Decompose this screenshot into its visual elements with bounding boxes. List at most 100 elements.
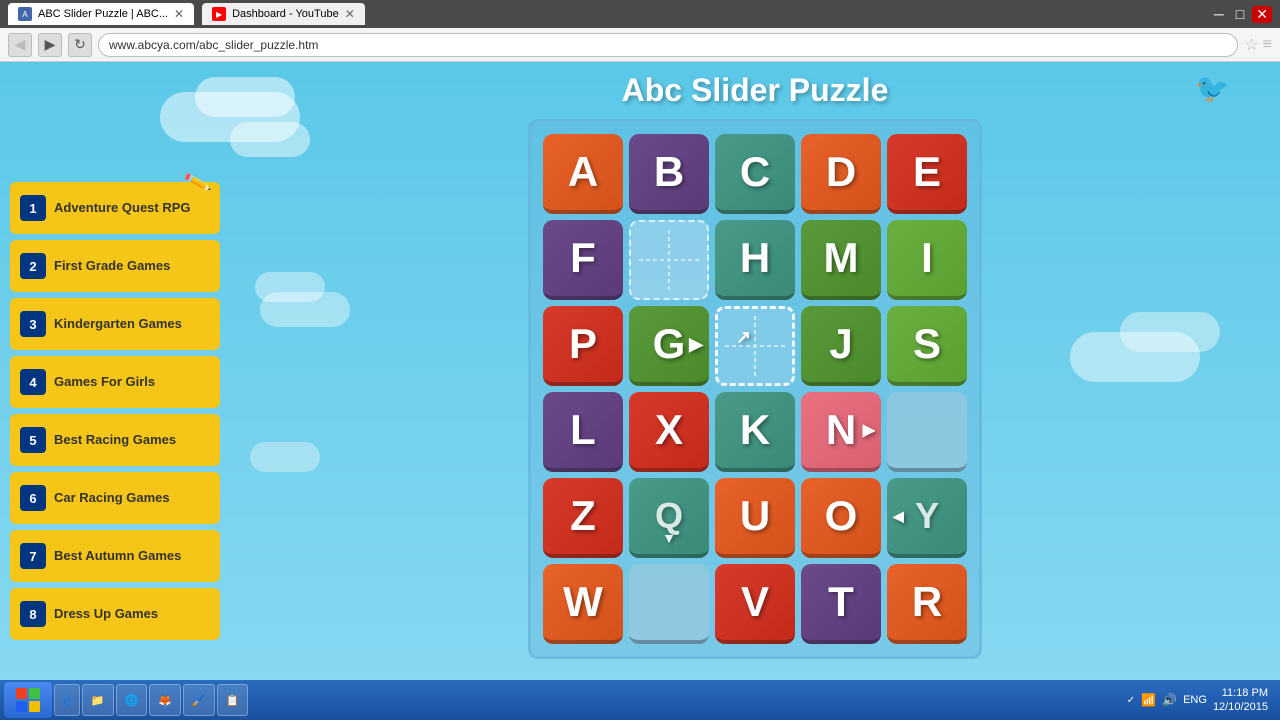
tile-W[interactable]: W	[543, 564, 623, 644]
taskbar: e 📁 🌐 🦊 🖌️ 📋 ✓ 📶 🔊 ENG 11:18 PM 12/10/20…	[0, 680, 1280, 720]
tile-I[interactable]: I	[887, 220, 967, 300]
tile-O[interactable]: O	[801, 478, 881, 558]
tile-S[interactable]: S	[887, 306, 967, 386]
taskbar-extra-btn[interactable]: 📋	[217, 684, 249, 716]
title-bar: A ABC Slider Puzzle | ABC... ✕ ▶ Dashboa…	[0, 0, 1280, 28]
chrome-icon: 🌐	[125, 694, 139, 707]
sidebar-num-1: 1	[20, 195, 46, 221]
sidebar-item-4[interactable]: 4 Games For Girls	[10, 356, 220, 408]
sidebar-label-5: Best Racing Games	[54, 432, 176, 448]
sidebar-item-6[interactable]: 6 Car Racing Games	[10, 472, 220, 524]
puzzle-board[interactable]: A B C D E F H M I P G ▶	[528, 119, 982, 659]
sidebar-item-7[interactable]: 7 Best Autumn Games	[10, 530, 220, 582]
windows-logo	[16, 688, 40, 712]
sidebar-num-2: 2	[20, 253, 46, 279]
tile-D[interactable]: D	[801, 134, 881, 214]
bookmark-star[interactable]: ☆	[1244, 35, 1258, 55]
tile-V[interactable]: V	[715, 564, 795, 644]
tile-E[interactable]: E	[887, 134, 967, 214]
refresh-button[interactable]: ↻	[68, 33, 92, 57]
taskbar-paint-btn[interactable]: 🖌️	[183, 684, 215, 716]
sidebar-label-6: Car Racing Games	[54, 490, 170, 506]
tile-N[interactable]: N ▶	[801, 392, 881, 472]
tile-G[interactable]: G ▶	[629, 306, 709, 386]
sidebar-label-1: Adventure Quest RPG	[54, 200, 191, 216]
sidebar-num-4: 4	[20, 369, 46, 395]
tile-H[interactable]: H	[715, 220, 795, 300]
tile-R[interactable]: R	[887, 564, 967, 644]
tray-icon2: 🔊	[1162, 693, 1177, 707]
tile-M[interactable]: M	[801, 220, 881, 300]
tile-Y[interactable]: Y ◀	[887, 478, 967, 558]
tile-empty-r2c2[interactable]	[629, 220, 709, 300]
tile-empty-r4c5[interactable]	[887, 392, 967, 472]
paint-icon: 🖌️	[192, 694, 206, 707]
sidebar-num-5: 5	[20, 427, 46, 453]
taskbar-chrome-btn[interactable]: 🌐	[116, 684, 148, 716]
tab-label-abc: ABC Slider Puzzle | ABC...	[38, 8, 168, 20]
tab-close-yt[interactable]: ✕	[345, 7, 355, 21]
sidebar-num-3: 3	[20, 311, 46, 337]
tile-P[interactable]: P	[543, 306, 623, 386]
time-display: 11:18 PM 12/10/2015	[1213, 686, 1268, 715]
tile-X[interactable]: X	[629, 392, 709, 472]
tile-T[interactable]: T	[801, 564, 881, 644]
tile-empty-r6c2[interactable]	[629, 564, 709, 644]
back-button[interactable]: ◀	[8, 33, 32, 57]
sidebar-label-2: First Grade Games	[54, 258, 170, 274]
sidebar: ✏️ 1 Adventure Quest RPG 2 First Grade G…	[0, 62, 230, 680]
sidebar-item-3[interactable]: 3 Kindergarten Games	[10, 298, 220, 350]
tile-J[interactable]: J	[801, 306, 881, 386]
puzzle-title: Abc Slider Puzzle	[622, 72, 889, 109]
tab-yt[interactable]: ▶ Dashboard - YouTube ✕	[202, 3, 365, 25]
tile-K[interactable]: K	[715, 392, 795, 472]
taskbar-ie-btn[interactable]: e	[54, 684, 80, 716]
extra-icon: 📋	[226, 694, 240, 707]
tile-U[interactable]: U	[715, 478, 795, 558]
tab-close-abc[interactable]: ✕	[174, 7, 184, 21]
current-date: 12/10/2015	[1213, 700, 1268, 714]
tab-favicon-abc: A	[18, 7, 32, 21]
firefox-icon: 🦊	[158, 694, 172, 707]
tile-Z[interactable]: Z	[543, 478, 623, 558]
ie-icon: e	[63, 692, 71, 708]
tray-icon1: 📶	[1141, 693, 1156, 707]
sidebar-label-8: Dress Up Games	[54, 606, 158, 622]
sidebar-label-7: Best Autumn Games	[54, 548, 181, 564]
tile-Q[interactable]: Q ▼	[629, 478, 709, 558]
sidebar-item-8[interactable]: 8 Dress Up Games	[10, 588, 220, 640]
address-bar[interactable]: www.abcya.com/abc_slider_puzzle.htm	[98, 33, 1238, 57]
settings-menu[interactable]: ≡	[1263, 36, 1272, 54]
minimize-btn[interactable]: ─	[1210, 6, 1228, 22]
maximize-btn[interactable]: □	[1232, 6, 1248, 22]
tile-A[interactable]: A	[543, 134, 623, 214]
sidebar-item-2[interactable]: 2 First Grade Games	[10, 240, 220, 292]
tile-L[interactable]: L	[543, 392, 623, 472]
address-text: www.abcya.com/abc_slider_puzzle.htm	[109, 38, 318, 52]
forward-button[interactable]: ▶	[38, 33, 62, 57]
tray-check-icon: ✓	[1127, 695, 1135, 706]
tile-F[interactable]: F	[543, 220, 623, 300]
taskbar-folder-btn[interactable]: 📁	[82, 684, 114, 716]
nav-bar: ◀ ▶ ↻ www.abcya.com/abc_slider_puzzle.ht…	[0, 28, 1280, 62]
taskbar-tray: ✓ 📶 🔊 ENG 11:18 PM 12/10/2015	[1119, 686, 1276, 715]
tile-empty-r3c3[interactable]: ↗	[715, 306, 795, 386]
tab-favicon-yt: ▶	[212, 7, 226, 21]
folder-icon: 📁	[91, 694, 105, 707]
sidebar-num-8: 8	[20, 601, 46, 627]
start-button[interactable]	[4, 682, 52, 718]
close-btn[interactable]: ✕	[1252, 6, 1272, 23]
current-time: 11:18 PM	[1213, 686, 1268, 700]
tab-label-yt: Dashboard - YouTube	[232, 8, 339, 20]
sidebar-label-3: Kindergarten Games	[54, 316, 182, 332]
sidebar-item-5[interactable]: 5 Best Racing Games	[10, 414, 220, 466]
tile-C[interactable]: C	[715, 134, 795, 214]
main-content: Abc Slider Puzzle A B C D E F H M I P G	[230, 62, 1280, 680]
tab-abc[interactable]: A ABC Slider Puzzle | ABC... ✕	[8, 3, 194, 25]
tile-B[interactable]: B	[629, 134, 709, 214]
sidebar-label-4: Games For Girls	[54, 374, 155, 390]
sidebar-num-6: 6	[20, 485, 46, 511]
tray-lang: ENG	[1183, 694, 1207, 706]
taskbar-firefox-btn[interactable]: 🦊	[149, 684, 181, 716]
sidebar-num-7: 7	[20, 543, 46, 569]
